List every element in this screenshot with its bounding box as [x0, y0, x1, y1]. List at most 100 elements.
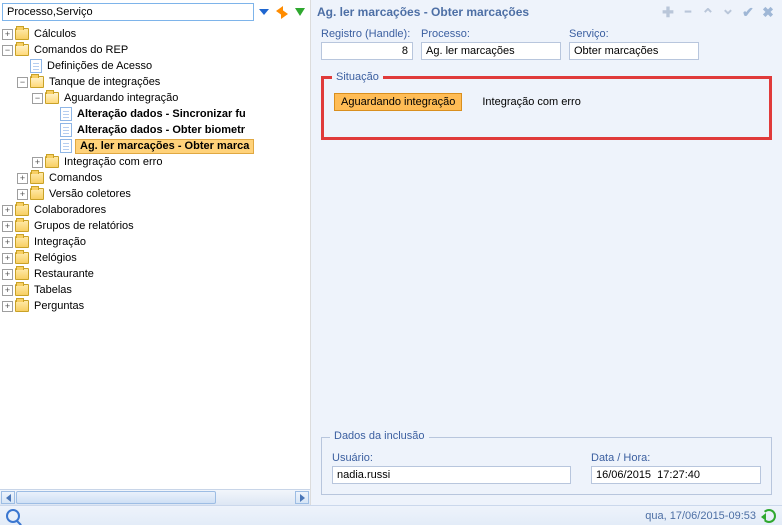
tree-label: Cálculos	[32, 26, 78, 42]
detail-panel: Ag. ler marcações - Obter marcações Regi…	[311, 0, 782, 505]
folder-icon	[15, 300, 29, 312]
scroll-right-button[interactable]	[295, 491, 309, 504]
collapse-icon[interactable]: −	[2, 45, 13, 56]
tree-label: Relógios	[32, 250, 79, 266]
situacao-group: Situação Aguardando integração Integraçã…	[321, 76, 772, 140]
expand-icon[interactable]: +	[17, 173, 28, 184]
folder-icon	[30, 188, 44, 200]
status-aguardando-chip[interactable]: Aguardando integração	[334, 93, 462, 111]
tree-item-grupos[interactable]: + Grupos de relatórios	[2, 218, 310, 234]
field-row-top: Registro (Handle): Processo: Serviço:	[321, 28, 772, 60]
folder-icon	[30, 172, 44, 184]
dropdown-icon[interactable]	[256, 4, 272, 20]
expand-icon[interactable]: +	[2, 29, 13, 40]
folder-icon	[15, 284, 29, 296]
add-icon[interactable]	[660, 4, 676, 20]
folder-icon	[15, 252, 29, 264]
tree-item-calculos[interactable]: + Cálculos	[2, 26, 310, 42]
download-icon[interactable]	[292, 4, 308, 20]
search-input[interactable]	[2, 3, 254, 21]
tree-label: Integração	[32, 234, 88, 250]
tree-item-restaurante[interactable]: + Restaurante	[2, 266, 310, 282]
document-icon	[30, 59, 42, 73]
tree-item-integracao[interactable]: + Integração	[2, 234, 310, 250]
cancel-icon[interactable]	[760, 4, 776, 20]
processo-label: Processo:	[421, 28, 561, 40]
expand-icon[interactable]: +	[2, 237, 13, 248]
tree-label: Integração com erro	[62, 154, 164, 170]
scroll-left-button[interactable]	[1, 491, 15, 504]
collapse-icon[interactable]: −	[32, 93, 43, 104]
horizontal-scrollbar[interactable]	[0, 489, 310, 505]
tree-label: Definições de Acesso	[45, 58, 154, 74]
expand-icon[interactable]: +	[17, 189, 28, 200]
confirm-icon[interactable]	[740, 4, 756, 20]
folder-open-icon	[15, 44, 29, 56]
chevron-up-icon[interactable]	[700, 4, 716, 20]
scroll-thumb[interactable]	[16, 491, 216, 504]
tree-label: Versão coletores	[47, 186, 133, 202]
tree-label: Grupos de relatórios	[32, 218, 136, 234]
tree-item-alt-sinc[interactable]: Alteração dados - Sincronizar fu	[2, 106, 310, 122]
processo-input[interactable]	[421, 42, 561, 60]
expand-icon[interactable]: +	[2, 285, 13, 296]
document-icon	[60, 139, 72, 153]
tree-item-comandos[interactable]: + Comandos	[2, 170, 310, 186]
tree-item-alt-bio[interactable]: Alteração dados - Obter biometr	[2, 122, 310, 138]
tree-item-tanque[interactable]: −Tanque de integrações	[2, 74, 310, 90]
detail-header: Ag. ler marcações - Obter marcações	[311, 0, 782, 24]
tree-label: Alteração dados - Sincronizar fu	[75, 106, 248, 122]
folder-open-icon	[45, 92, 59, 104]
tree-label: Comandos	[47, 170, 104, 186]
expand-icon[interactable]: +	[2, 269, 13, 280]
tree-item-aguardando[interactable]: −Aguardando integração	[2, 90, 310, 106]
folder-icon	[15, 28, 29, 40]
folder-icon	[15, 236, 29, 248]
tree-item-relogios[interactable]: + Relógios	[2, 250, 310, 266]
document-icon	[60, 123, 72, 137]
tree-label: Restaurante	[32, 266, 96, 282]
tree-label: Colaboradores	[32, 202, 108, 218]
tree-item-tabelas[interactable]: + Tabelas	[2, 282, 310, 298]
data-input[interactable]	[591, 466, 761, 484]
status-datetime: qua, 17/06/2015-09:53	[645, 510, 756, 522]
servico-input[interactable]	[569, 42, 699, 60]
servico-label: Serviço:	[569, 28, 699, 40]
swap-icon[interactable]	[274, 4, 290, 20]
registro-label: Registro (Handle):	[321, 28, 413, 40]
data-label: Data / Hora:	[591, 452, 761, 464]
situacao-title: Situação	[332, 71, 383, 83]
folder-open-icon	[30, 76, 44, 88]
tree-item-ag-ler[interactable]: Ag. ler marcações - Obter marca	[2, 138, 310, 154]
expand-icon[interactable]: +	[2, 205, 13, 216]
expand-icon[interactable]: +	[2, 253, 13, 264]
inclusao-title: Dados da inclusão	[330, 430, 429, 442]
usuario-label: Usuário:	[332, 452, 571, 464]
folder-icon	[15, 204, 29, 216]
status-bar: qua, 17/06/2015-09:53	[0, 505, 782, 525]
refresh-icon[interactable]	[762, 509, 776, 523]
tree-label: Alteração dados - Obter biometr	[75, 122, 247, 138]
search-icon[interactable]	[6, 509, 20, 523]
page-title: Ag. ler marcações - Obter marcações	[317, 5, 656, 19]
tree-item-perguntas[interactable]: + Perguntas	[2, 298, 310, 314]
tree-item-versao[interactable]: + Versão coletores	[2, 186, 310, 202]
collapse-icon[interactable]: −	[17, 77, 28, 88]
usuario-input[interactable]	[332, 466, 571, 484]
status-erro-label[interactable]: Integração com erro	[482, 96, 580, 108]
tree-item-int-erro[interactable]: + Integração com erro	[2, 154, 310, 170]
tree-item-comandos-rep[interactable]: − Comandos do REP	[2, 42, 310, 58]
expand-icon[interactable]: +	[32, 157, 43, 168]
registro-input[interactable]	[321, 42, 413, 60]
document-icon	[60, 107, 72, 121]
tree-label: Tabelas	[32, 282, 74, 298]
expand-icon[interactable]: +	[2, 301, 13, 312]
tree-item-colaboradores[interactable]: + Colaboradores	[2, 202, 310, 218]
chevron-down-icon[interactable]	[720, 4, 736, 20]
tree-item-def-acesso[interactable]: Definições de Acesso	[2, 58, 310, 74]
remove-icon[interactable]	[680, 4, 696, 20]
expand-icon[interactable]: +	[2, 221, 13, 232]
tree-label: Perguntas	[32, 298, 86, 314]
tree-label: Comandos do REP	[32, 42, 130, 58]
inclusao-group: Dados da inclusão Usuário: Data / Hora:	[321, 437, 772, 495]
